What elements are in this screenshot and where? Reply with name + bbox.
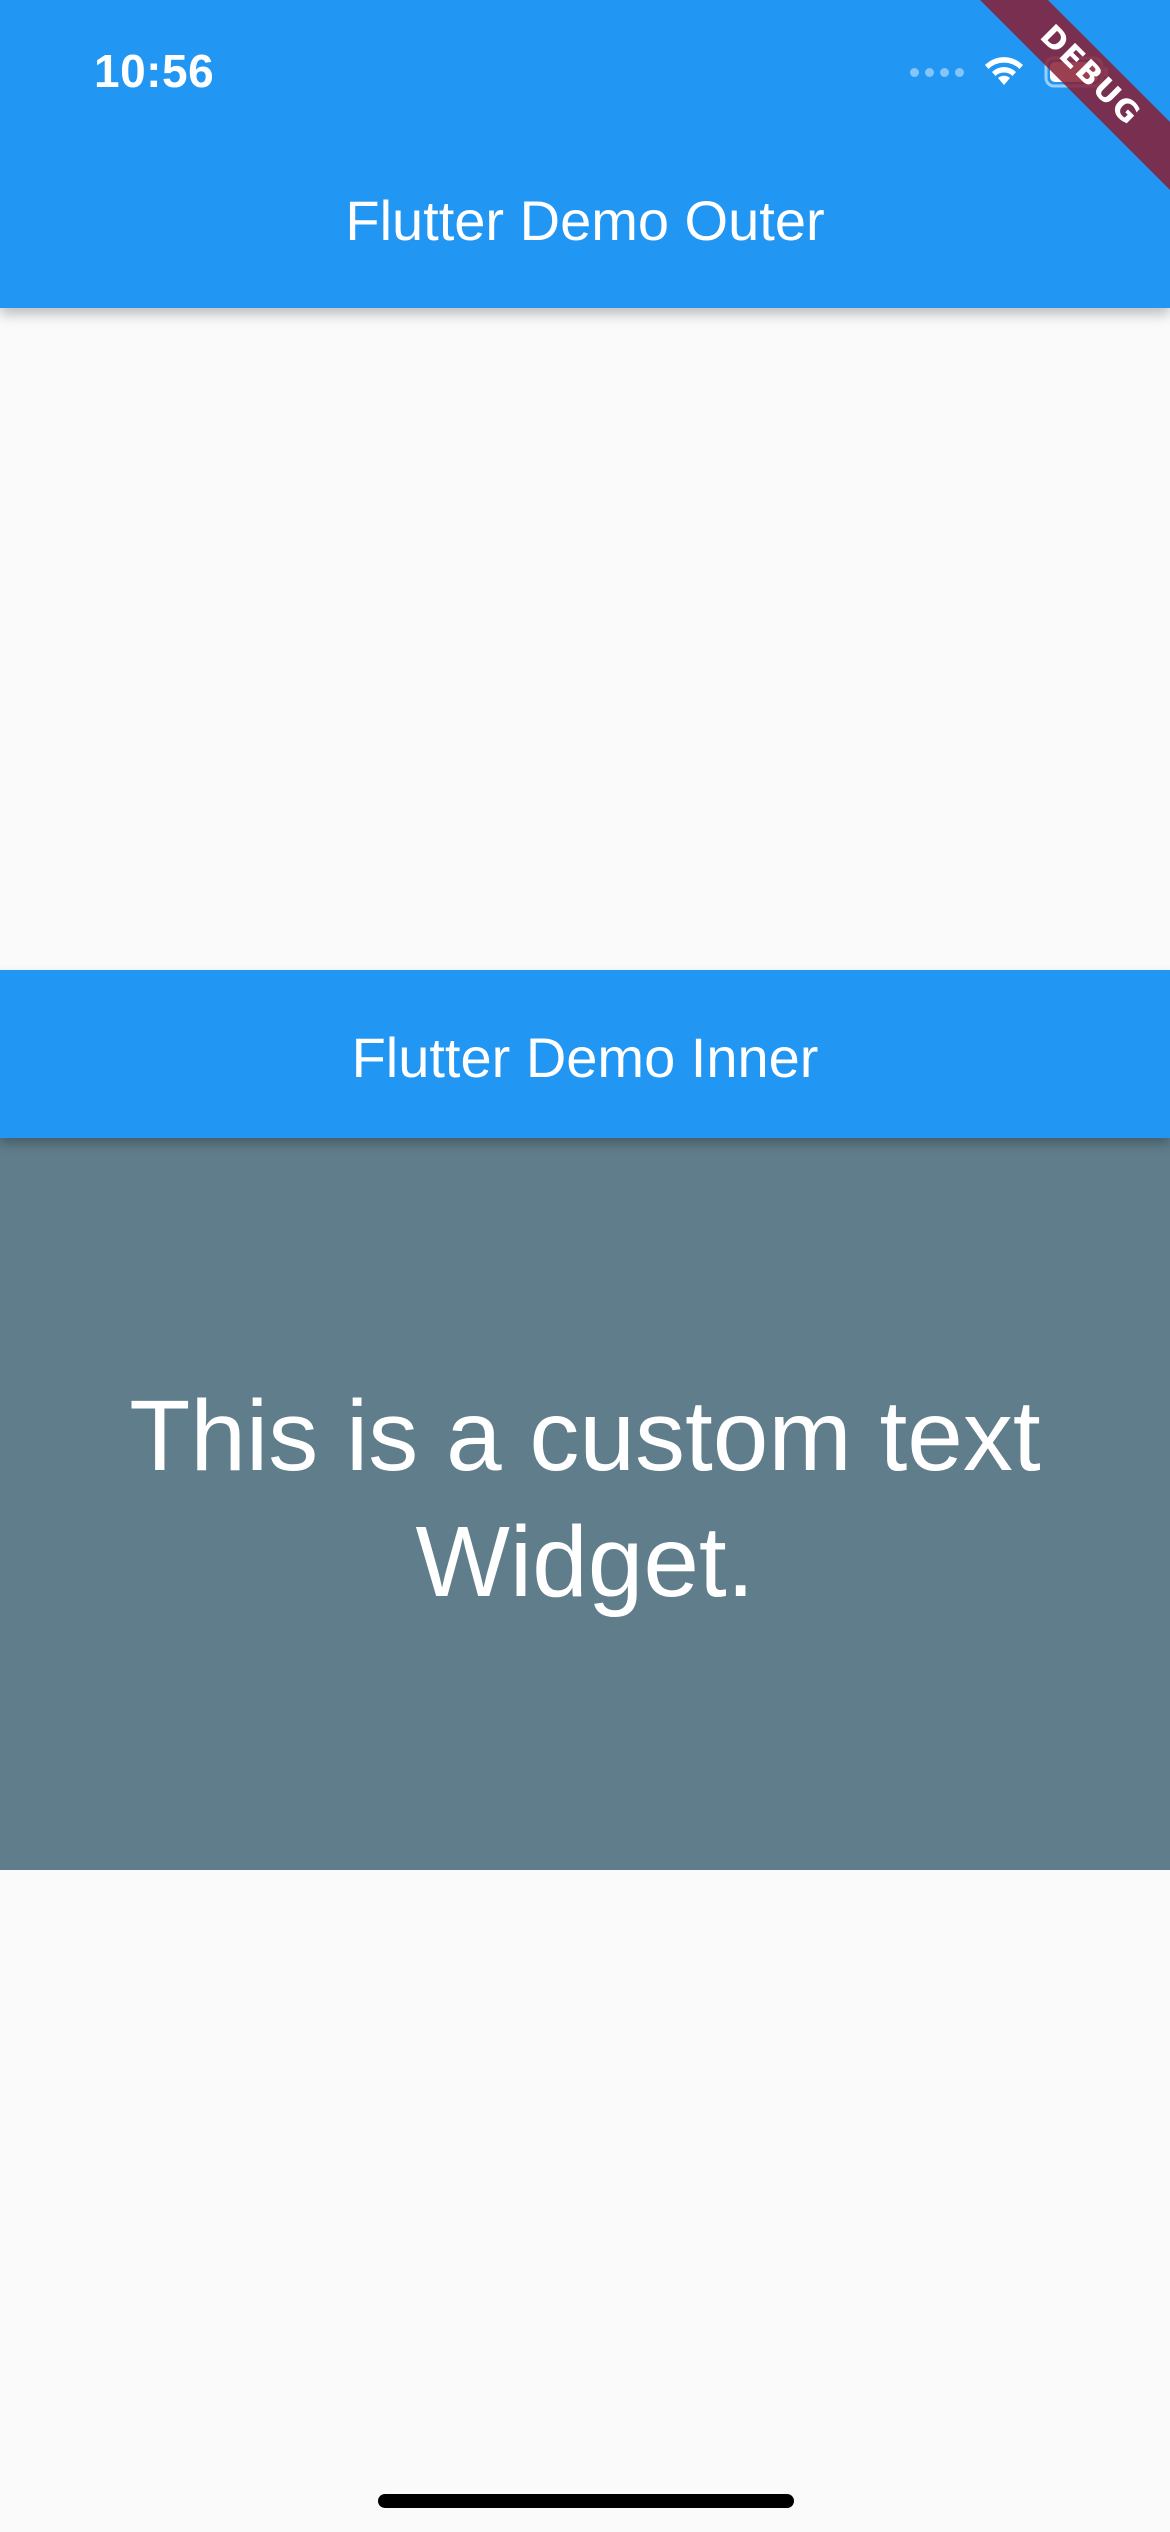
battery-icon [1044,56,1108,88]
signal-dots-icon [910,67,964,77]
wifi-icon [985,57,1023,85]
custom-text-label: This is a custom text Widget. [129,1380,1041,1618]
outer-app-bar-title: Flutter Demo Outer [345,189,825,252]
inner-app-bar: Flutter Demo Inner [0,970,1170,1138]
custom-text-widget: This is a custom text Widget. [0,1138,1170,1870]
status-icons [910,52,1110,92]
inner-app-bar-title: Flutter Demo Inner [351,1026,819,1089]
home-indicator[interactable] [378,2494,794,2508]
app-screen: 10:56 Flutter Demo Outer DEBUG Flutter D… [0,0,1170,2532]
outer-app-bar: 10:56 Flutter Demo Outer [0,0,1170,308]
status-time: 10:56 [94,45,215,97]
